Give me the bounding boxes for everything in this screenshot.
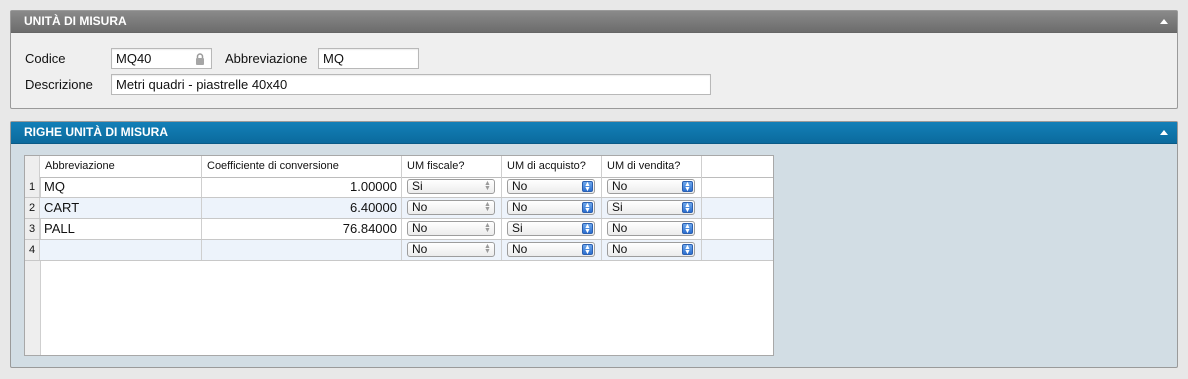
cell-coefficiente[interactable] <box>202 240 402 260</box>
um-fiscale-select[interactable]: No ▲ ▼ <box>407 221 495 236</box>
updown-arrows-icon: ▲ ▼ <box>682 244 693 256</box>
updown-arrows-icon: ▲ ▼ <box>682 181 693 193</box>
cell-um-fiscale: No ▲ ▼ <box>402 219 502 239</box>
updown-arrows-icon: ▲ ▼ <box>682 202 693 214</box>
select-value: No <box>612 242 628 256</box>
row-number: 2 <box>25 198 40 218</box>
corner-cell <box>25 156 40 177</box>
table-header: Abbreviazione Coefficiente di conversion… <box>25 156 773 178</box>
updown-arrows-icon: ▲ ▼ <box>582 181 593 193</box>
table-row[interactable]: 1 MQ 1.00000 Si ▲ ▼ No ▲ ▼ No ▲ ▼ <box>25 177 773 198</box>
row-number: 1 <box>25 177 40 197</box>
lock-icon <box>196 53 204 65</box>
updown-arrows-icon: ▲ ▼ <box>582 202 593 214</box>
um-fiscale-select[interactable]: Si ▲ ▼ <box>407 179 495 194</box>
cell-um-vendita: No ▲ ▼ <box>602 177 702 197</box>
collapse-icon[interactable] <box>1160 19 1168 24</box>
cell-um-vendita: No ▲ ▼ <box>602 219 702 239</box>
updown-arrows-icon: ▲ ▼ <box>682 223 693 235</box>
select-value: Si <box>412 179 423 193</box>
select-value: No <box>412 242 428 256</box>
righe-table: Abbreviazione Coefficiente di conversion… <box>24 155 774 356</box>
col-um-vendita[interactable]: UM di vendita? <box>602 156 702 177</box>
unita-misura-title: UNITÀ DI MISURA <box>24 14 127 28</box>
cell-coefficiente[interactable]: 76.84000 <box>202 219 402 239</box>
um-acquisto-select[interactable]: No ▲ ▼ <box>507 179 595 194</box>
righe-unita-title: RIGHE UNITÀ DI MISURA <box>24 125 168 139</box>
abbreviazione-value: MQ <box>323 51 344 66</box>
codice-value: MQ40 <box>116 51 152 66</box>
select-value: No <box>612 179 628 193</box>
col-um-fiscale[interactable]: UM fiscale? <box>402 156 502 177</box>
col-coefficiente[interactable]: Coefficiente di conversione <box>202 156 402 177</box>
table-row[interactable]: 3 PALL 76.84000 No ▲ ▼ Si ▲ ▼ No ▲ ▼ <box>25 219 773 240</box>
collapse-icon[interactable] <box>1160 130 1168 135</box>
cell-um-vendita: No ▲ ▼ <box>602 240 702 260</box>
um-vendita-select[interactable]: Si ▲ ▼ <box>607 200 695 215</box>
row-number: 4 <box>25 240 40 260</box>
table-row[interactable]: 4 No ▲ ▼ No ▲ ▼ No ▲ ▼ <box>25 240 773 261</box>
cell-um-fiscale: Si ▲ ▼ <box>402 177 502 197</box>
updown-arrows-icon: ▲ ▼ <box>582 223 593 235</box>
select-value: No <box>412 200 428 214</box>
cell-um-acquisto: Si ▲ ▼ <box>502 219 602 239</box>
um-vendita-select[interactable]: No ▲ ▼ <box>607 179 695 194</box>
cell-um-fiscale: No ▲ ▼ <box>402 240 502 260</box>
updown-arrows-icon: ▲ ▼ <box>484 201 491 213</box>
cell-um-acquisto: No ▲ ▼ <box>502 198 602 218</box>
um-fiscale-select[interactable]: No ▲ ▼ <box>407 200 495 215</box>
cell-abbreviazione[interactable] <box>40 240 202 260</box>
descrizione-field[interactable]: Metri quadri - piastrelle 40x40 <box>111 74 711 95</box>
um-fiscale-select[interactable]: No ▲ ▼ <box>407 242 495 257</box>
descrizione-value: Metri quadri - piastrelle 40x40 <box>116 77 288 92</box>
cell-um-acquisto: No ▲ ▼ <box>502 177 602 197</box>
cell-coefficiente[interactable]: 6.40000 <box>202 198 402 218</box>
row-number: 3 <box>25 219 40 239</box>
um-vendita-select[interactable]: No ▲ ▼ <box>607 221 695 236</box>
select-value: No <box>412 221 428 235</box>
um-acquisto-select[interactable]: Si ▲ ▼ <box>507 221 595 236</box>
um-acquisto-select[interactable]: No ▲ ▼ <box>507 242 595 257</box>
um-acquisto-select[interactable]: No ▲ ▼ <box>507 200 595 215</box>
um-vendita-select[interactable]: No ▲ ▼ <box>607 242 695 257</box>
updown-arrows-icon: ▲ ▼ <box>484 222 491 234</box>
codice-label: Codice <box>25 51 66 66</box>
descrizione-label: Descrizione <box>25 77 93 92</box>
righe-unita-panel: RIGHE UNITÀ DI MISURA Abbreviazione Coef… <box>10 121 1178 368</box>
updown-arrows-icon: ▲ ▼ <box>484 180 491 192</box>
righe-unita-header[interactable]: RIGHE UNITÀ DI MISURA <box>11 122 1177 144</box>
updown-arrows-icon: ▲ ▼ <box>582 244 593 256</box>
abbreviazione-label: Abbreviazione <box>225 51 308 66</box>
select-value: No <box>512 242 528 256</box>
col-abbreviazione[interactable]: Abbreviazione <box>40 156 202 177</box>
codice-field[interactable]: MQ40 <box>111 48 212 69</box>
select-value: No <box>512 179 528 193</box>
col-um-acquisto[interactable]: UM di acquisto? <box>502 156 602 177</box>
cell-um-fiscale: No ▲ ▼ <box>402 198 502 218</box>
cell-abbreviazione[interactable]: PALL <box>40 219 202 239</box>
select-value: Si <box>512 221 523 235</box>
select-value: No <box>512 200 528 214</box>
updown-arrows-icon: ▲ ▼ <box>484 243 491 255</box>
cell-coefficiente[interactable]: 1.00000 <box>202 177 402 197</box>
cell-um-acquisto: No ▲ ▼ <box>502 240 602 260</box>
table-row[interactable]: 2 CART 6.40000 No ▲ ▼ No ▲ ▼ Si ▲ ▼ <box>25 198 773 219</box>
unita-misura-header[interactable]: UNITÀ DI MISURA <box>11 11 1177 33</box>
select-value: No <box>612 221 628 235</box>
cell-um-vendita: Si ▲ ▼ <box>602 198 702 218</box>
select-value: Si <box>612 200 623 214</box>
unita-misura-panel: UNITÀ DI MISURA Codice MQ40 Abbreviazion… <box>10 10 1178 109</box>
cell-abbreviazione[interactable]: CART <box>40 198 202 218</box>
cell-abbreviazione[interactable]: MQ <box>40 177 202 197</box>
abbreviazione-field[interactable]: MQ <box>318 48 419 69</box>
